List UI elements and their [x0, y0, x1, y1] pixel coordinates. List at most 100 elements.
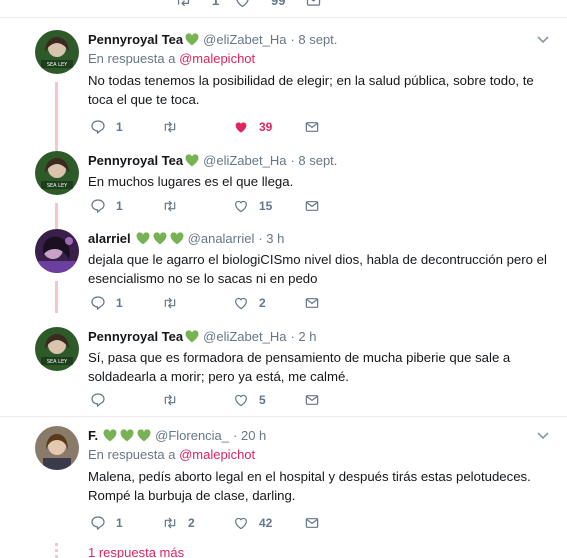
- display-name[interactable]: Pennyroyal Tea: [88, 153, 183, 168]
- dm-icon: [305, 0, 322, 9]
- handle[interactable]: @eliZabet_Ha: [203, 32, 286, 47]
- svg-text:SEA LEY: SEA LEY: [47, 183, 68, 189]
- retweet-icon: [162, 198, 178, 214]
- reply-icon: [90, 392, 106, 408]
- green-heart-icon: [170, 232, 184, 245]
- timestamp[interactable]: · 3 h: [258, 231, 284, 246]
- avatar[interactable]: [35, 426, 79, 470]
- divider: [0, 17, 567, 18]
- dm-button[interactable]: [304, 515, 320, 531]
- reply-icon: [90, 119, 106, 135]
- timestamp[interactable]: · 2 h: [290, 329, 316, 344]
- like-button[interactable]: 15: [233, 198, 272, 214]
- reply-button[interactable]: 1: [90, 295, 123, 311]
- like-icon: [233, 295, 249, 311]
- avatar[interactable]: [35, 229, 79, 273]
- green-heart-icon: [185, 330, 199, 343]
- avatar[interactable]: SEA LEY: [35, 30, 79, 74]
- reply-context: En respuesta a @malepichot: [88, 447, 256, 462]
- display-name[interactable]: F.: [88, 428, 98, 443]
- retweet-icon: [162, 515, 178, 531]
- dm-icon: [304, 198, 320, 214]
- like-icon: [233, 198, 249, 214]
- reply-button[interactable]: 1: [90, 119, 123, 135]
- like-icon: [233, 515, 249, 531]
- tweet-actions: 1 15: [88, 198, 388, 216]
- reply-button[interactable]: [90, 392, 116, 408]
- like-button[interactable]: 99: [234, 0, 285, 9]
- more-replies-link[interactable]: 1 respuesta más: [88, 545, 184, 558]
- like-icon: [233, 392, 249, 408]
- svg-text:SEA LEY: SEA LEY: [47, 62, 68, 68]
- reply-icon: [90, 198, 106, 214]
- timestamp[interactable]: · 20 h: [233, 428, 266, 443]
- reply-button[interactable]: 1: [90, 515, 123, 531]
- display-name[interactable]: alarriel: [88, 231, 131, 246]
- timestamp[interactable]: · 8 sept.: [290, 153, 337, 168]
- tweet-actions: 1 2: [88, 295, 388, 313]
- avatar[interactable]: SEA LEY: [35, 151, 79, 195]
- like-button[interactable]: 5: [233, 392, 266, 408]
- handle[interactable]: @eliZabet_Ha: [203, 153, 286, 168]
- retweet-button[interactable]: [162, 198, 188, 214]
- tweet-text: No todas tenemos la posibilidad de elegi…: [88, 73, 534, 107]
- like-icon: [234, 0, 251, 9]
- thread-line: [55, 203, 58, 229]
- retweet-button[interactable]: 2: [162, 515, 195, 531]
- mention-link[interactable]: @malepichot: [179, 447, 255, 462]
- handle[interactable]: @analarriel: [188, 231, 255, 246]
- retweet-button[interactable]: 1: [175, 0, 219, 9]
- retweet-icon: [175, 0, 192, 9]
- handle[interactable]: @eliZabet_Ha: [203, 329, 286, 344]
- divider: [0, 416, 567, 417]
- dm-button[interactable]: [304, 198, 320, 214]
- thread-line: [55, 281, 58, 313]
- reply-context: En respuesta a @malepichot: [88, 51, 256, 66]
- retweet-icon: [162, 119, 178, 135]
- tweet-actions: 1 2 42: [88, 515, 388, 533]
- retweet-button[interactable]: [162, 392, 188, 408]
- green-heart-icon: [153, 232, 167, 245]
- retweet-button[interactable]: [162, 119, 188, 135]
- display-name[interactable]: Pennyroyal Tea: [88, 32, 183, 47]
- green-heart-icon: [137, 429, 151, 442]
- timestamp[interactable]: · 8 sept.: [290, 32, 337, 47]
- mention-link[interactable]: @malepichot: [179, 51, 255, 66]
- green-heart-icon: [103, 429, 117, 442]
- reply-icon: [90, 295, 106, 311]
- chevron-down-icon[interactable]: [537, 36, 549, 44]
- retweet-button[interactable]: [162, 295, 188, 311]
- thread-line: [55, 82, 58, 152]
- retweet-icon: [162, 295, 178, 311]
- tweet-actions: 5: [88, 392, 388, 410]
- dm-button[interactable]: [304, 119, 320, 135]
- green-heart-icon: [120, 429, 134, 442]
- retweet-icon: [162, 392, 178, 408]
- like-icon: [233, 119, 249, 135]
- handle[interactable]: @Florencia_: [155, 428, 229, 443]
- previous-tweet-actions: 1 99: [0, 0, 567, 12]
- tweet-actions: 1 39: [88, 119, 388, 137]
- green-heart-icon: [185, 154, 199, 167]
- dm-button[interactable]: [304, 295, 320, 311]
- dm-icon: [304, 515, 320, 531]
- like-button[interactable]: 2: [233, 295, 266, 311]
- like-button[interactable]: 42: [233, 515, 272, 531]
- thread-dots: [55, 543, 58, 558]
- dm-button[interactable]: [304, 392, 320, 408]
- reply-button[interactable]: 1: [90, 198, 123, 214]
- green-heart-icon: [136, 232, 150, 245]
- tweet-text: Sí, pasa que es formadora de pensamiento…: [88, 350, 511, 384]
- like-button[interactable]: 39: [233, 119, 272, 135]
- tweet-text: Malena, pedís aborto legal en el hospita…: [88, 469, 531, 503]
- dm-icon: [304, 392, 320, 408]
- avatar[interactable]: SEA LEY: [35, 327, 79, 371]
- chevron-down-icon[interactable]: [537, 432, 549, 440]
- tweet-text: dejala que le agarro el biologiCISmo niv…: [88, 252, 547, 286]
- dm-button[interactable]: [305, 0, 332, 9]
- display-name[interactable]: Pennyroyal Tea: [88, 329, 183, 344]
- dm-icon: [304, 295, 320, 311]
- reply-icon: [90, 515, 106, 531]
- tweet-text: En muchos lugares es el que llega.: [88, 174, 294, 189]
- svg-text:SEA LEY: SEA LEY: [47, 359, 68, 365]
